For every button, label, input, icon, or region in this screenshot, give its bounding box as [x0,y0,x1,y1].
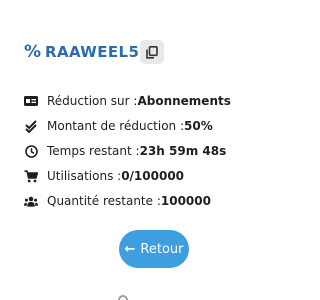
detail-row-remaining: Quantité restante : 100000 [24,192,211,210]
arrow-left-icon: ← [124,241,136,257]
copy-code-button[interactable] [140,40,164,64]
cart-icon [24,169,38,183]
detail-row-time-left: Temps restant : 23h 59m 48s [24,142,226,160]
detail-label: Montant de réduction : [47,119,185,133]
detail-label: Quantité restante : [47,194,161,208]
back-button[interactable]: ← Retour [119,230,189,268]
coupon-card: % RAAWEEL50 Réduction sur : Abonnements … [0,0,300,300]
detail-label: Temps restant : [47,144,140,158]
detail-row-discount-target: Réduction sur : Abonnements [24,92,231,110]
detail-label: Réduction sur : [47,94,138,108]
percent-icon: % [24,42,42,62]
clock-icon [24,144,38,158]
partial-indicator [118,295,128,300]
ticket-icon [24,94,38,108]
copy-icon [146,45,158,59]
coupon-header: % RAAWEEL50 [24,40,150,64]
detail-label: Utilisations : [47,169,122,183]
back-button-label: Retour [140,241,184,257]
detail-row-discount-amount: Montant de réduction : 50% [24,117,213,135]
check-double-icon [24,119,38,133]
coupon-code: RAAWEEL50 [45,43,151,61]
detail-value: 23h 59m 48s [139,144,227,158]
detail-value: 100000 [160,194,211,208]
detail-value: 0/100000 [121,169,185,183]
detail-value: 50% [184,119,213,133]
detail-row-uses: Utilisations : 0/100000 [24,167,184,185]
detail-value: Abonnements [137,94,231,108]
users-icon [24,194,38,208]
